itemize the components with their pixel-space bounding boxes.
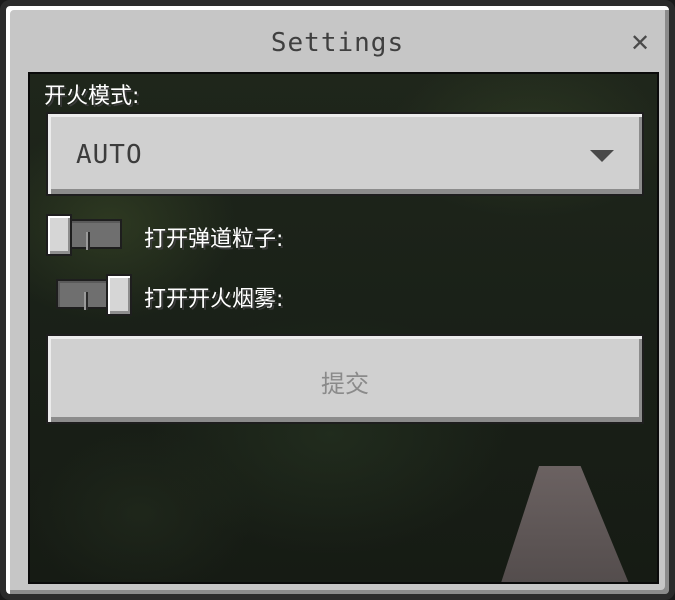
toggle-knob — [46, 214, 72, 256]
triangle-down-icon — [590, 150, 614, 162]
title-bar: Settings ✕ — [12, 12, 663, 72]
muzzle-smoke-toggle[interactable] — [56, 274, 132, 316]
fire-mode-label: 开火模式: — [44, 84, 140, 109]
close-icon[interactable]: ✕ — [629, 31, 651, 55]
background-scene — [500, 466, 630, 582]
settings-content: 开火模式: AUTO 打开弹道粒子: 打开开火烟雾: 提交 — [28, 72, 659, 584]
ballistic-particles-toggle[interactable] — [46, 214, 122, 256]
dialog-title: Settings — [270, 28, 405, 58]
settings-dialog: Settings ✕ 开火模式: AUTO 打开弹道粒子: 打开开火烟雾: 提交 — [0, 0, 675, 600]
muzzle-smoke-label: 打开开火烟雾: — [144, 287, 284, 312]
submit-button-label: 提交 — [321, 370, 369, 398]
toggle-indicator — [84, 292, 88, 310]
fire-mode-dropdown[interactable]: AUTO — [46, 112, 644, 196]
toggle-knob — [106, 274, 132, 316]
ballistic-particles-label: 打开弹道粒子: — [144, 227, 284, 252]
submit-button[interactable]: 提交 — [46, 334, 644, 424]
toggle-indicator — [86, 232, 90, 250]
fire-mode-selected-value: AUTO — [76, 140, 143, 170]
